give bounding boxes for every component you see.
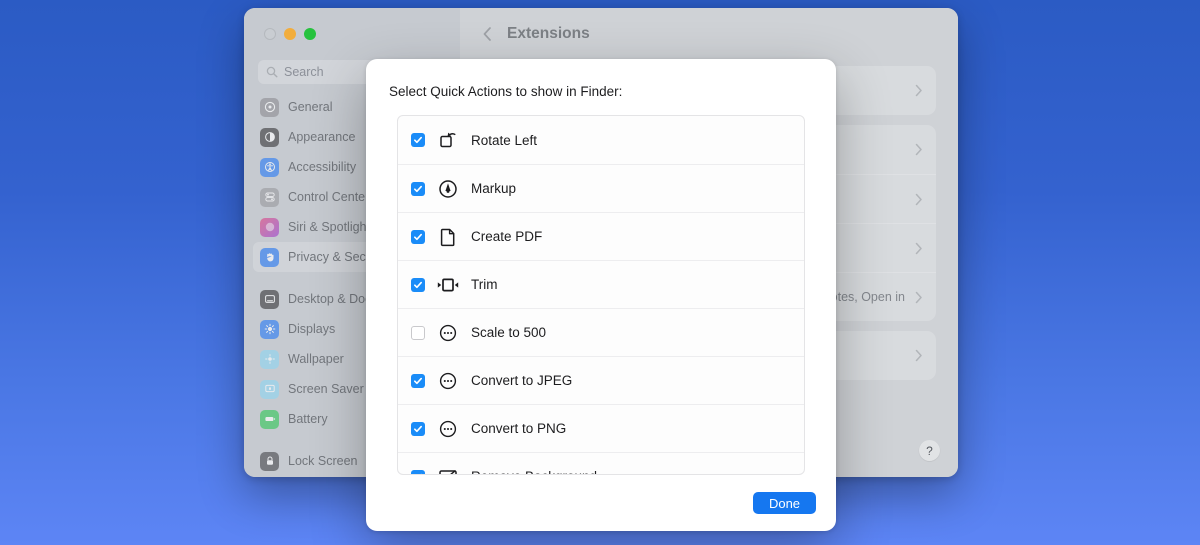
sidebar-item-label: Lock Screen bbox=[288, 454, 358, 468]
checkbox-convert-to-png[interactable] bbox=[411, 421, 425, 436]
checkbox-markup[interactable] bbox=[411, 181, 425, 196]
workflow-ellipsis-icon bbox=[437, 418, 459, 440]
chevron-right-icon bbox=[915, 291, 923, 304]
back-icon[interactable] bbox=[482, 26, 493, 42]
trim-icon bbox=[437, 274, 459, 296]
sidebar-item-label: Control Center bbox=[288, 190, 370, 204]
sidebar-item-label: Screen Saver bbox=[288, 382, 364, 396]
desktop-dock-icon bbox=[260, 289, 279, 309]
chevron-right-icon bbox=[915, 349, 923, 362]
list-item[interactable]: Create PDF bbox=[398, 212, 804, 260]
chevron-right-icon bbox=[915, 193, 923, 206]
workflow-ellipsis-icon bbox=[437, 370, 459, 392]
list-item[interactable]: Markup bbox=[398, 164, 804, 212]
markup-icon bbox=[437, 178, 459, 200]
list-item[interactable]: Convert to JPEG bbox=[398, 356, 804, 404]
settings-row-value: otes, Open in bbox=[830, 290, 905, 304]
close-button[interactable] bbox=[264, 28, 276, 40]
window-controls bbox=[264, 28, 316, 40]
sidebar-item-label: General bbox=[288, 100, 333, 114]
control-center-icon bbox=[260, 187, 279, 207]
maximize-button[interactable] bbox=[304, 28, 316, 40]
wallpaper-icon bbox=[260, 349, 279, 369]
workflow-ellipsis-icon bbox=[437, 322, 459, 344]
sidebar-item-label: Desktop & Dock bbox=[288, 292, 378, 306]
list-item[interactable]: Rotate Left bbox=[398, 116, 804, 164]
dialog-title: Select Quick Actions to show in Finder: bbox=[389, 84, 623, 99]
sidebar-item-label: Appearance bbox=[288, 130, 356, 144]
search-icon bbox=[266, 66, 278, 78]
list-item[interactable]: Convert to PNG bbox=[398, 404, 804, 452]
screen-saver-icon bbox=[260, 379, 279, 399]
rotate-left-icon bbox=[437, 129, 459, 151]
detail-header: Extensions bbox=[460, 8, 958, 60]
list-item[interactable]: Trim bbox=[398, 260, 804, 308]
checkbox-convert-to-jpeg[interactable] bbox=[411, 373, 425, 388]
chevron-right-icon bbox=[915, 143, 923, 156]
sidebar-item-label: Displays bbox=[288, 322, 336, 336]
list-item-label: Create PDF bbox=[471, 229, 543, 244]
privacy-icon bbox=[260, 247, 279, 267]
sidebar-item-label: Wallpaper bbox=[288, 352, 344, 366]
appearance-icon bbox=[260, 127, 279, 147]
list-item-label: Rotate Left bbox=[471, 132, 538, 148]
minimize-button[interactable] bbox=[284, 28, 296, 40]
quick-actions-dialog: Select Quick Actions to show in Finder: … bbox=[366, 59, 836, 531]
checkbox-create-pdf[interactable] bbox=[411, 229, 425, 244]
sidebar-item-label: Accessibility bbox=[288, 160, 357, 174]
list-item[interactable]: Remove Background bbox=[398, 452, 804, 474]
accessibility-icon bbox=[260, 157, 279, 177]
chevron-right-icon bbox=[915, 242, 923, 255]
create-pdf-icon bbox=[437, 226, 459, 248]
list-item-label: Markup bbox=[471, 181, 517, 196]
list-item[interactable]: Scale to 500 bbox=[398, 308, 804, 356]
list-item-label: Scale to 500 bbox=[471, 325, 547, 340]
gear-icon bbox=[260, 97, 279, 117]
search-placeholder: Search bbox=[284, 65, 324, 79]
siri-icon bbox=[260, 217, 279, 237]
help-button[interactable]: ? bbox=[919, 440, 940, 461]
list-item-label: Convert to JPEG bbox=[471, 373, 573, 388]
chevron-right-icon bbox=[915, 84, 923, 97]
page-title: Extensions bbox=[507, 25, 590, 42]
remove-background-icon bbox=[437, 466, 459, 474]
quick-actions-list[interactable]: Rotate Left Markup Create PDF Trim Scale… bbox=[397, 115, 805, 475]
sidebar-item-label: Siri & Spotlight bbox=[288, 220, 370, 234]
checkbox-trim[interactable] bbox=[411, 277, 425, 292]
sidebar-item-label: Battery bbox=[288, 412, 328, 426]
checkbox-rotate-left[interactable] bbox=[411, 133, 425, 147]
list-item-label: Trim bbox=[471, 277, 498, 292]
battery-icon bbox=[260, 409, 279, 429]
dialog-footer: Done bbox=[366, 475, 836, 531]
displays-icon bbox=[260, 319, 279, 339]
checkbox-scale-to-500[interactable] bbox=[411, 325, 425, 340]
done-button[interactable]: Done bbox=[753, 492, 816, 514]
lock-screen-icon bbox=[260, 451, 279, 471]
list-item-label: Convert to PNG bbox=[471, 421, 567, 436]
